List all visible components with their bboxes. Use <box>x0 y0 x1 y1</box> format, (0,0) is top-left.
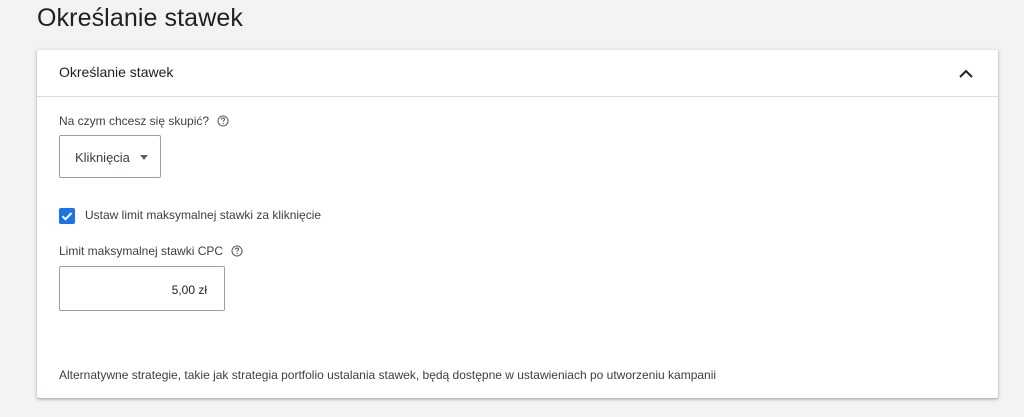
page-title: Określanie stawek <box>37 4 243 32</box>
dropdown-arrow-icon <box>140 155 148 160</box>
help-icon[interactable] <box>231 245 243 257</box>
collapse-button[interactable] <box>954 62 978 86</box>
focus-label: Na czym chcesz się skupić? <box>59 114 229 128</box>
checkmark-icon <box>61 212 73 221</box>
focus-dropdown-value: Kliknięcia <box>75 150 130 165</box>
limit-checkbox[interactable] <box>59 208 75 224</box>
card-title: Określanie stawek <box>59 64 174 80</box>
bidding-card: Określanie stawek Na czym chcesz się sku… <box>37 50 998 398</box>
max-cpc-label: Limit maksymalnej stawki CPC <box>59 244 243 258</box>
card-header[interactable]: Określanie stawek <box>37 50 998 97</box>
chevron-up-icon <box>959 69 973 78</box>
help-icon[interactable] <box>217 115 229 127</box>
focus-dropdown[interactable]: Kliknięcia <box>59 135 161 178</box>
focus-label-text: Na czym chcesz się skupić? <box>59 114 210 128</box>
max-cpc-input[interactable]: 5,00 zł <box>59 266 225 311</box>
max-cpc-label-text: Limit maksymalnej stawki CPC <box>59 244 224 258</box>
strategy-footnote: Alternatywne strategie, takie jak strate… <box>59 368 717 382</box>
limit-checkbox-label[interactable]: Ustaw limit maksymalnej stawki za klikni… <box>85 208 321 222</box>
max-cpc-value: 5,00 zł <box>171 283 207 297</box>
